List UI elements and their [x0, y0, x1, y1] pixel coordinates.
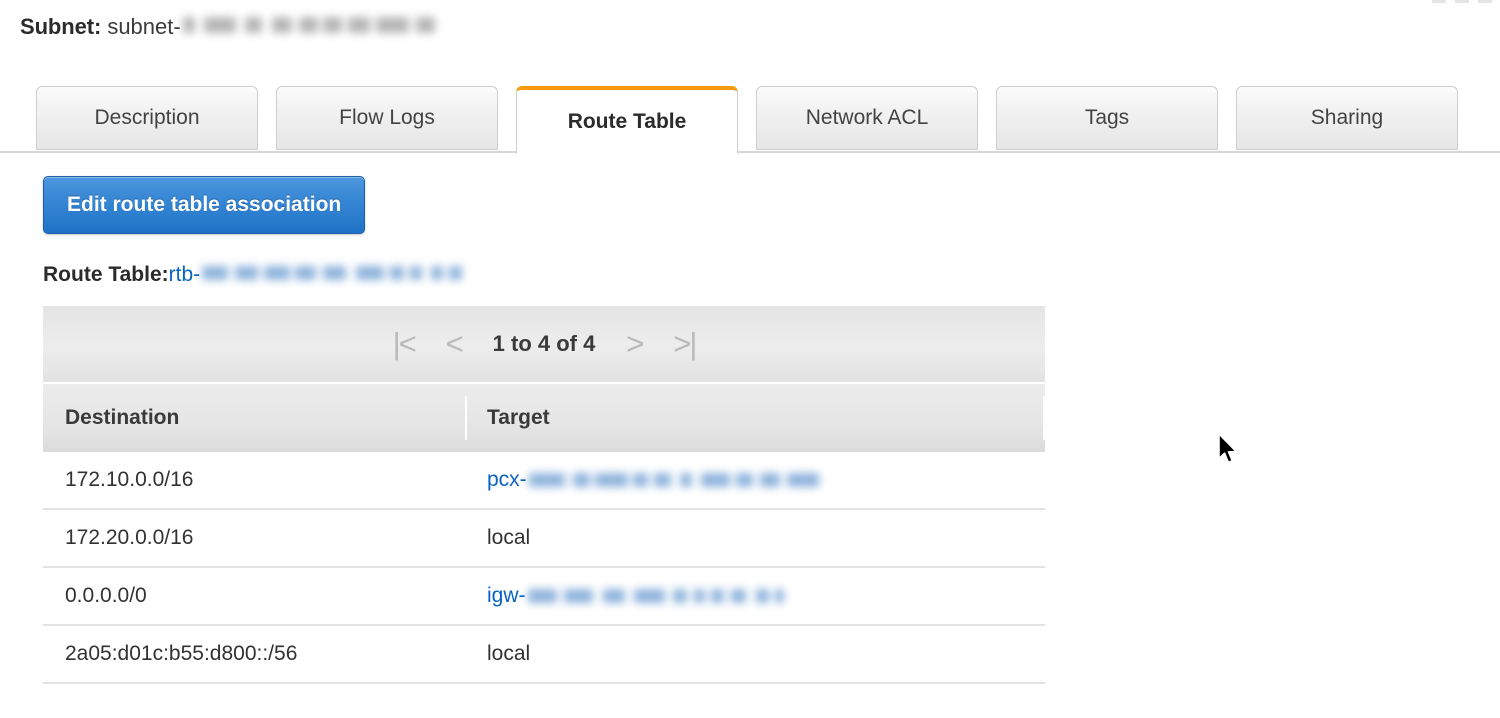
tab-label: Network ACL	[806, 106, 929, 130]
previous-page-icon[interactable]: <	[429, 320, 479, 368]
target-link[interactable]: pcx-	[487, 468, 527, 492]
maximize-icon[interactable]	[1455, 0, 1469, 3]
tab-label: Tags	[1085, 106, 1129, 130]
edit-route-table-association-button[interactable]: Edit route table association	[43, 176, 365, 234]
first-page-icon[interactable]: |<	[379, 320, 429, 368]
tab-label: Flow Logs	[339, 106, 435, 130]
route-table-label: Route Table:	[43, 263, 169, 286]
target-id-redacted	[526, 585, 788, 607]
route-table-caption: Route Table:rtb-	[43, 261, 468, 289]
tab-tags[interactable]: Tags	[996, 86, 1218, 150]
cell-target: igw-	[465, 584, 1045, 608]
last-page-icon[interactable]: >|	[659, 320, 709, 368]
target-text: local	[487, 526, 530, 550]
pagination-bar: |< < 1 to 4 of 4 > >|	[43, 306, 1045, 384]
tab-label: Route Table	[568, 110, 687, 134]
route-table-id-link[interactable]: rtb-	[169, 263, 201, 286]
target-link[interactable]: igw-	[487, 584, 526, 608]
route-table-panel: |< < 1 to 4 of 4 > >| Destination Target…	[43, 306, 1045, 684]
page-title: Subnet: subnet-	[20, 12, 439, 42]
mouse-cursor	[1218, 433, 1240, 467]
table-row[interactable]: 172.20.0.0/16 local	[43, 510, 1045, 568]
table-row[interactable]: 172.10.0.0/16 pcx-	[43, 452, 1045, 510]
minimize-icon[interactable]	[1432, 0, 1446, 3]
cell-target: local	[465, 526, 1045, 550]
tab-flow-logs[interactable]: Flow Logs	[276, 86, 498, 150]
tab-label: Sharing	[1311, 106, 1383, 130]
tab-description[interactable]: Description	[36, 86, 258, 150]
close-icon[interactable]	[1478, 0, 1492, 3]
tab-label: Description	[94, 106, 199, 130]
cell-target: pcx-	[465, 468, 1045, 492]
column-header-destination[interactable]: Destination	[43, 384, 465, 452]
target-text: local	[487, 642, 530, 666]
next-page-icon[interactable]: >	[609, 320, 659, 368]
target-id-redacted	[527, 469, 823, 491]
pagination-summary: 1 to 4 of 4	[479, 331, 610, 357]
subnet-id-prefix: subnet-	[107, 14, 180, 39]
cell-destination: 0.0.0.0/0	[43, 584, 465, 608]
tab-network-acl[interactable]: Network ACL	[756, 86, 978, 150]
tab-bar: Description Flow Logs Route Table Networ…	[0, 86, 1500, 152]
window-controls	[1432, 0, 1492, 3]
column-header-target[interactable]: Target	[465, 384, 1045, 452]
tab-sharing[interactable]: Sharing	[1236, 86, 1458, 150]
cell-destination: 172.10.0.0/16	[43, 468, 465, 492]
tab-list: Description Flow Logs Route Table Networ…	[36, 86, 1458, 154]
subnet-label: Subnet:	[20, 14, 101, 39]
button-label: Edit route table association	[67, 193, 341, 217]
cell-destination: 2a05:d01c:b55:d800::/56	[43, 642, 465, 666]
table-row[interactable]: 2a05:d01c:b55:d800::/56 local	[43, 626, 1045, 684]
cell-target: local	[465, 642, 1045, 666]
tab-route-table[interactable]: Route Table	[516, 86, 738, 154]
cell-destination: 172.20.0.0/16	[43, 526, 465, 550]
table-row[interactable]: 0.0.0.0/0 igw-	[43, 568, 1045, 626]
subnet-id-redacted	[181, 13, 439, 37]
route-table-id-redacted	[200, 262, 468, 284]
table-header-row: Destination Target	[43, 384, 1045, 452]
